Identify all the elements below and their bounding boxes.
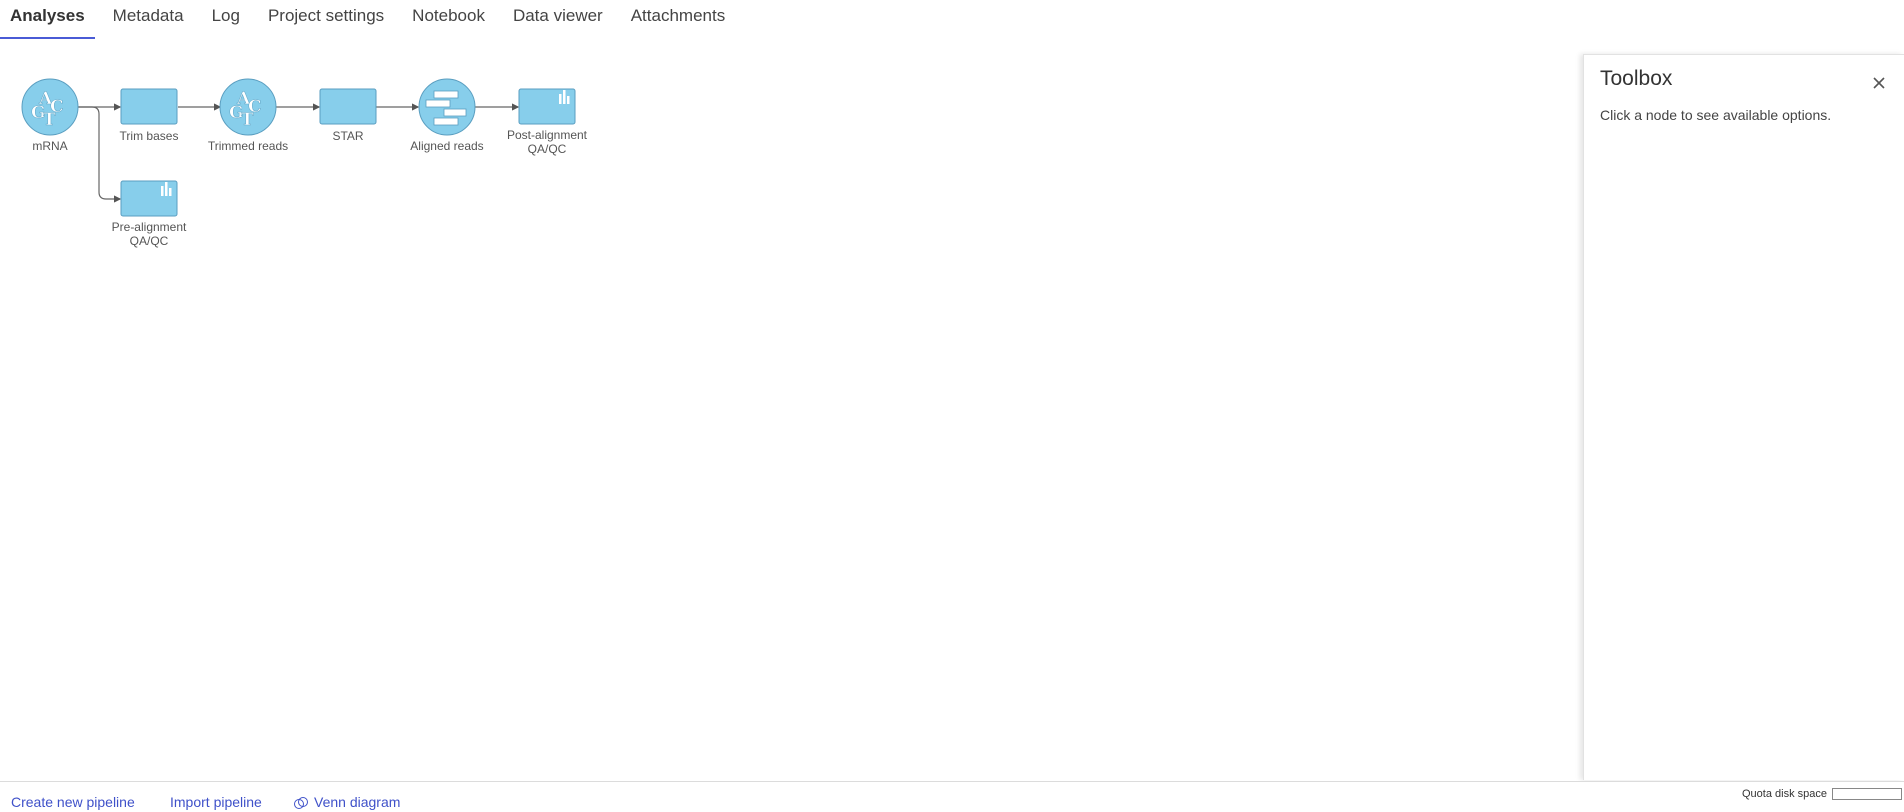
toolbox-hint: Click a node to see available options. [1600, 107, 1832, 123]
quota-disk-space-bar [1832, 788, 1902, 800]
node-label-trim-bases: Trim bases [119, 129, 179, 143]
node-trimmed-reads[interactable]: A C G T [219, 78, 277, 136]
node-label-post-alignment: Post-alignment QA/QC [497, 128, 597, 156]
node-label-line: Pre-alignment [111, 220, 187, 234]
node-label-pre-alignment: Pre-alignment QA/QC [99, 220, 199, 248]
node-post-alignment-qaqc[interactable] [518, 88, 576, 125]
node-aligned-reads[interactable] [418, 78, 476, 136]
node-label-mrna: mRNA [32, 139, 68, 153]
tab-metadata[interactable]: Metadata [103, 0, 194, 40]
venn-diagram-icon[interactable] [293, 796, 309, 810]
svg-text:T: T [241, 110, 254, 130]
create-new-pipeline-link[interactable]: Create new pipeline [11, 794, 135, 810]
svg-text:T: T [43, 110, 56, 130]
node-label-line: QA/QC [129, 234, 169, 248]
node-label-trimmed-reads: Trimmed reads [207, 139, 289, 153]
node-label-star: STAR [332, 129, 364, 143]
footer-bar: Create new pipeline Import pipeline Venn… [0, 781, 1904, 812]
tab-notebook[interactable]: Notebook [402, 0, 495, 40]
node-pre-alignment-qaqc[interactable] [120, 180, 178, 217]
close-icon[interactable] [1869, 73, 1889, 93]
node-label-aligned-reads: Aligned reads [410, 139, 484, 153]
quota-disk-space-label: Quota disk space [1742, 788, 1827, 800]
tab-data-viewer[interactable]: Data viewer [503, 0, 613, 40]
tab-bar: Analyses Metadata Log Project settings N… [0, 0, 743, 40]
node-mrna[interactable]: A C G T [21, 78, 79, 136]
import-pipeline-link[interactable]: Import pipeline [170, 794, 262, 810]
tab-log[interactable]: Log [202, 0, 250, 40]
pipeline-canvas: A C G T A C G T mRNA Trim bases Trimmed … [0, 44, 1580, 774]
node-label-line: QA/QC [527, 142, 567, 156]
tab-attachments[interactable]: Attachments [621, 0, 736, 40]
tab-analyses[interactable]: Analyses [0, 0, 95, 40]
node-trim-bases[interactable] [120, 88, 178, 125]
node-label-line: Post-alignment [506, 128, 588, 142]
toolbox-panel: Toolbox Click a node to see available op… [1583, 54, 1904, 780]
toolbox-title: Toolbox [1600, 67, 1673, 90]
node-star[interactable] [319, 88, 377, 125]
edge-mrna-pre [78, 106, 122, 203]
tab-project-settings[interactable]: Project settings [258, 0, 394, 40]
venn-diagram-link[interactable]: Venn diagram [314, 794, 400, 810]
